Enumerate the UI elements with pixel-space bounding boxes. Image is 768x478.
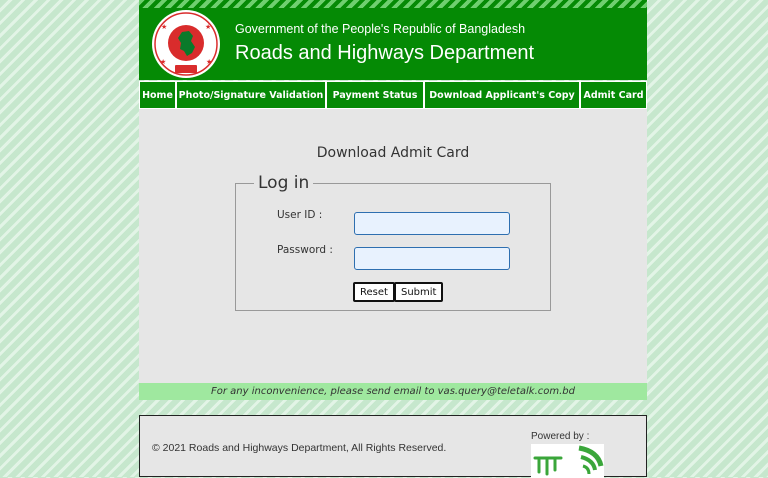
svg-text:★: ★: [206, 58, 212, 66]
svg-text:★: ★: [161, 23, 167, 31]
main-nav: Home Photo/Signature Validation Payment …: [139, 81, 647, 109]
nav-photo-signature-validation[interactable]: Photo/Signature Validation: [177, 82, 325, 108]
password-label: Password :: [277, 244, 333, 256]
main-content: Download Admit Card Log in User ID : Pas…: [139, 109, 647, 383]
svg-text:★: ★: [205, 23, 211, 31]
svg-text:★: ★: [160, 58, 166, 66]
copyright-text: © 2021 Roads and Highways Department, Al…: [152, 442, 447, 454]
page-title: Download Admit Card: [316, 145, 470, 161]
submit-button[interactable]: Submit: [394, 282, 444, 302]
user-id-input[interactable]: [354, 212, 510, 235]
header-banner: ★ ★ ★ ★ Government of the People's Repub…: [139, 0, 647, 80]
government-name: Government of the People's Republic of B…: [235, 22, 526, 36]
page-container: ★ ★ ★ ★ Government of the People's Repub…: [139, 0, 647, 478]
teletalk-logo-icon: [531, 444, 604, 478]
footer: © 2021 Roads and Highways Department, Al…: [139, 415, 647, 478]
password-input[interactable]: [354, 247, 510, 270]
nav-payment-status[interactable]: Payment Status: [327, 82, 423, 108]
nav-home[interactable]: Home: [140, 82, 175, 108]
support-notice: For any inconvenience, please send email…: [139, 383, 647, 400]
department-name: Roads and Highways Department: [235, 42, 535, 64]
nav-download-applicants-copy[interactable]: Download Applicant's Copy: [425, 82, 579, 108]
login-legend: Log in: [258, 173, 310, 193]
reset-button[interactable]: Reset: [353, 282, 395, 302]
powered-by-label: Powered by :: [531, 431, 590, 442]
login-fieldset: Log in User ID : Password : Reset Submit: [235, 173, 551, 311]
government-seal-icon: ★ ★ ★ ★: [152, 10, 220, 78]
user-id-label: User ID :: [277, 209, 323, 221]
nav-admit-card[interactable]: Admit Card: [581, 82, 646, 108]
header-stripe: [139, 0, 647, 8]
